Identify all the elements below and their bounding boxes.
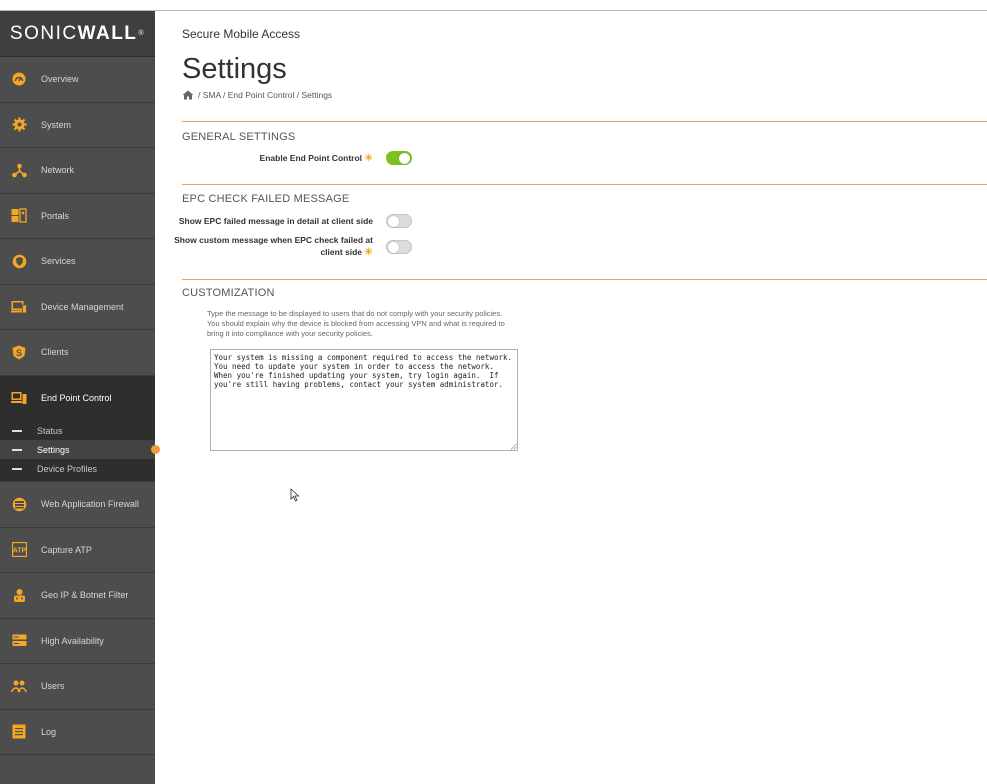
endpoint-icon — [11, 390, 27, 406]
dash-icon — [12, 448, 22, 451]
sidebar-item-system[interactable]: System — [0, 103, 155, 148]
sidebar-item-network[interactable]: Network — [0, 148, 155, 194]
epc-custom-toggle[interactable] — [386, 240, 412, 254]
sonicwall-logo[interactable]: SONIC WALL ® — [0, 11, 155, 57]
network-icon — [11, 162, 27, 178]
device-icon — [11, 299, 27, 315]
enable-epc-label: Enable End Point Control ☀ — [259, 153, 373, 165]
sidebar-item-web-application-firewall[interactable]: Web Application Firewall — [0, 482, 155, 528]
active-indicator-dot — [151, 445, 160, 454]
customization-description: Type the message to be displayed to user… — [207, 309, 505, 338]
lightbulb-icon[interactable]: ☀ — [364, 153, 373, 165]
sidebar-subitem-settings[interactable]: Settings — [0, 440, 160, 459]
sidebar-item-clients[interactable]: S Clients — [0, 330, 155, 376]
capture-icon: ATP — [11, 542, 27, 558]
epc-detail-toggle[interactable] — [386, 214, 412, 228]
resize-grip-icon[interactable] — [510, 443, 517, 450]
portals-icon — [11, 208, 27, 224]
section-divider — [182, 121, 987, 122]
sidebar-subitem-status[interactable]: Status — [0, 421, 155, 440]
sidebar-item-portals[interactable]: Portals — [0, 194, 155, 239]
sidebar-item-users[interactable]: Users — [0, 664, 155, 710]
section-title-epc: EPC CHECK FAILED MESSAGE — [182, 193, 350, 205]
sidebar-item-high-availability[interactable]: High Availability — [0, 619, 155, 664]
shield-icon — [11, 253, 27, 269]
section-divider — [182, 184, 987, 185]
app-title: Secure Mobile Access — [182, 27, 301, 41]
epc-custom-label: Show custom message when EPC check faile… — [174, 235, 373, 259]
dash-icon — [12, 467, 22, 470]
mouse-cursor-icon — [290, 488, 300, 502]
section-title-general: GENERAL SETTINGS — [182, 131, 296, 143]
sidebar-item-end-point-control[interactable]: End Point Control — [0, 375, 155, 421]
server-icon — [11, 633, 27, 649]
gear-icon — [11, 117, 27, 133]
firewall-icon — [11, 496, 27, 512]
geo-icon — [11, 587, 27, 603]
sidebar: SONIC WALL ® Overview System Network Porta… — [0, 11, 160, 784]
breadcrumb: / SMA / End Point Control / Settings — [182, 90, 332, 100]
sidebar-item-geo-ip-botnet-filter[interactable]: Geo IP & Botnet Filter — [0, 573, 155, 619]
section-divider — [182, 279, 987, 280]
log-icon — [11, 724, 27, 740]
sidebar-item-device-management[interactable]: Device Management — [0, 285, 155, 330]
dash-icon — [12, 429, 22, 432]
enable-epc-toggle[interactable] — [386, 151, 412, 165]
svg-text:ATP: ATP — [12, 548, 26, 555]
lightbulb-icon[interactable]: ☀ — [364, 247, 373, 259]
sidebar-subitem-device-profiles[interactable]: Device Profiles — [0, 459, 155, 478]
sidebar-item-capture-atp[interactable]: ATP Capture ATP — [0, 528, 155, 573]
sidebar-item-services[interactable]: Services — [0, 239, 155, 285]
svg-text:S: S — [16, 348, 22, 358]
sidebar-item-log[interactable]: Log — [0, 710, 155, 755]
users-icon — [11, 678, 27, 694]
custom-message-textarea[interactable]: Your system is missing a component requi… — [210, 349, 518, 451]
home-icon[interactable] — [182, 90, 194, 100]
sidebar-item-overview[interactable]: Overview — [0, 57, 155, 103]
clients-icon: S — [11, 344, 27, 360]
page-title: Settings — [182, 53, 287, 85]
epc-detail-label: Show EPC failed message in detail at cli… — [178, 216, 373, 226]
section-title-customization: CUSTOMIZATION — [182, 287, 275, 299]
end-point-control-submenu: Status Settings Device Profiles — [0, 421, 160, 482]
gauge-icon — [11, 71, 27, 87]
